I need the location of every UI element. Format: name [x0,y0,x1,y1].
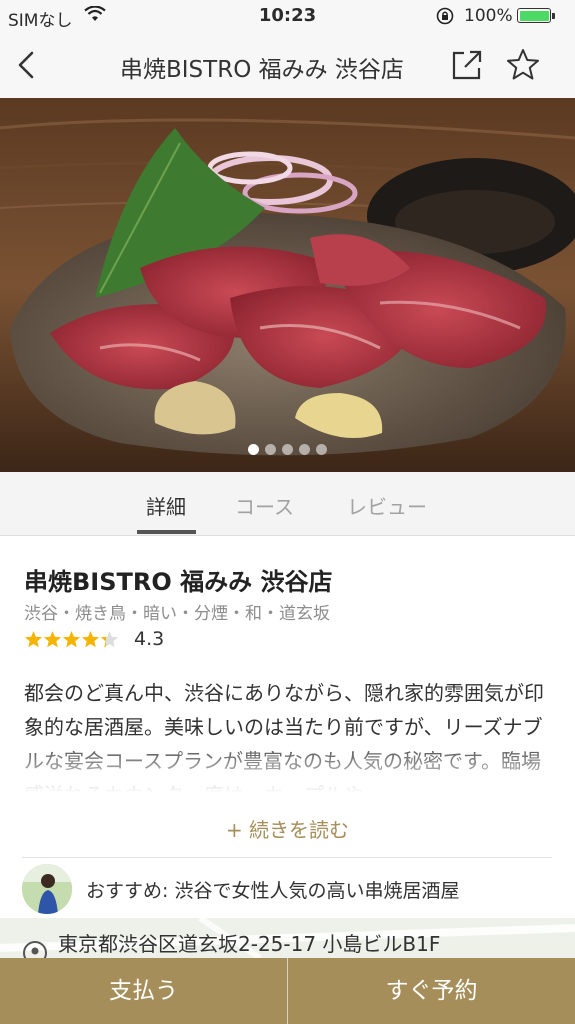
status-bar: SIMなし 10:23 100% [0,0,575,32]
carousel-dot [248,444,259,455]
tab-details[interactable]: 詳細 [146,491,186,520]
star-icon [81,631,100,648]
rating-value: 4.3 [134,628,165,650]
battery-percent: 100% [464,6,513,26]
tab-courses[interactable]: コース [235,491,294,520]
battery-level [519,10,549,21]
star-icon [62,631,81,648]
page-title: 串焼BISTRO 福みみ 渋谷店 [120,57,404,83]
star-icon [100,631,119,648]
divider [22,857,552,858]
back-chevron-icon[interactable] [14,50,42,80]
read-more-link[interactable]: + 続きを読む [0,814,575,843]
recommendation-row[interactable]: おすすめ: 渋谷で女性人気の高い串焼居酒屋 [22,862,562,916]
shop-address: 東京都渋谷区道玄坂2-25-17 小島ビルB1F [58,932,441,956]
star-icon [24,631,43,648]
food-photo [0,98,575,472]
carousel-dot [265,444,276,455]
recommendation-text: おすすめ: 渋谷で女性人気の高い串焼居酒屋 [86,880,460,902]
carousel-dot [316,444,327,455]
avatar [22,864,72,914]
reserve-button[interactable]: すぐ予約 [288,958,575,1024]
action-bar: 支払う すぐ予約 [0,958,575,1024]
favorite-star-icon[interactable] [505,47,541,83]
carousel-page-indicator [0,444,575,455]
tab-reviews[interactable]: レビュー [347,491,427,520]
active-tab-indicator [137,530,196,534]
carousel-dot [282,444,293,455]
star-icon [43,631,62,648]
photo-carousel[interactable] [0,98,575,472]
pay-button[interactable]: 支払う [0,958,287,1024]
rating-stars [24,631,119,648]
tab-bar: 詳細 コース レビュー [0,472,575,536]
share-icon[interactable] [450,48,484,82]
navigation-bar: 串焼BISTRO 福みみ 渋谷店 [0,32,575,99]
battery-icon [517,8,555,23]
rotation-lock-icon [436,7,454,25]
shop-name: 串焼BISTRO 福みみ 渋谷店 [24,568,333,596]
shop-tags: 渋谷・焼き鳥・暗い・分煙・和・道玄坂 [24,604,330,624]
carousel-dot [299,444,310,455]
